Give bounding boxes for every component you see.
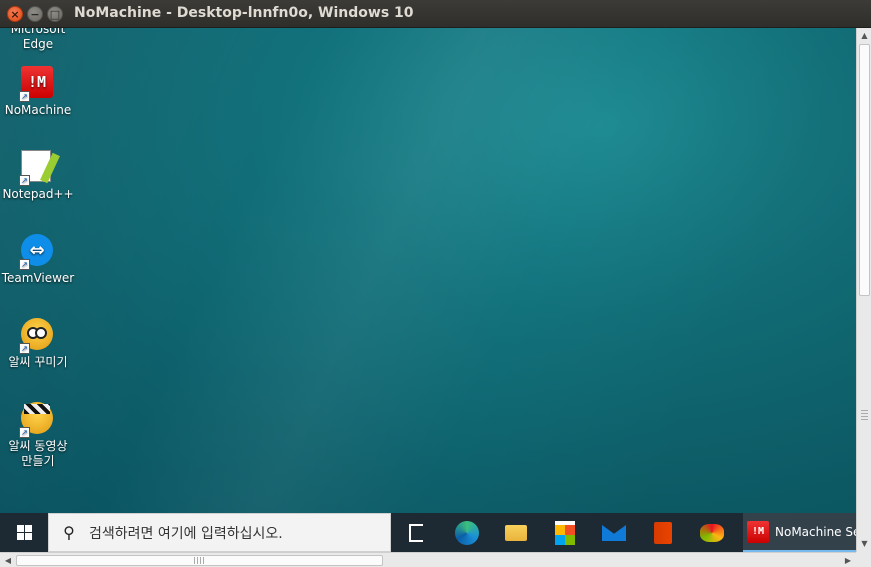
task-view-icon[interactable]: [403, 520, 429, 546]
shortcut-arrow-icon: ↗: [19, 343, 30, 354]
desktop-icon-label: TeamViewer: [1, 271, 75, 285]
desktop-icon-label: NoMachine: [4, 103, 72, 117]
start-button[interactable]: [0, 513, 48, 552]
shortcut-arrow-icon: ↗: [19, 175, 30, 186]
scroll-corner: [856, 552, 871, 567]
search-icon: ⚲: [63, 523, 75, 542]
nomachine-icon: !M ↗: [19, 66, 55, 102]
windows-taskbar: ⚲ 검색하려면 여기에 입력하십시오. !M NoMachine Se: [0, 513, 856, 552]
scroll-right-icon[interactable]: ▶: [841, 553, 855, 567]
file-explorer-icon[interactable]: [503, 520, 529, 546]
store-icon[interactable]: [552, 520, 578, 546]
alsee-decorate-icon: ↗: [19, 318, 55, 354]
desktop-icon-edge[interactable]: Microsoft Edge: [0, 28, 76, 52]
scroll-down-icon[interactable]: ▼: [857, 537, 871, 551]
office-icon[interactable]: [650, 520, 676, 546]
scroll-grip-icon: [861, 410, 868, 420]
windows-logo-icon: [16, 525, 32, 540]
scroll-left-icon[interactable]: ◀: [1, 553, 15, 567]
teamviewer-icon: ⇔ ↗: [19, 234, 55, 270]
scroll-up-icon[interactable]: ▲: [857, 29, 871, 43]
desktop-icon-label: 알씨 동영상 만들기: [8, 439, 68, 468]
vertical-scrollbar[interactable]: ▲ ▼: [856, 28, 871, 552]
taskbar-nomachine-button[interactable]: !M NoMachine Se: [743, 513, 856, 552]
alsee-video-icon: ↗: [19, 402, 55, 438]
desktop-icon-teamviewer[interactable]: ⇔ ↗ TeamViewer: [0, 234, 76, 286]
close-icon[interactable]: ×: [7, 6, 23, 22]
vertical-scroll-thumb[interactable]: [859, 44, 870, 296]
desktop-icon-label: 알씨 꾸미기: [8, 355, 68, 369]
window-title: NoMachine - Desktop-lnnfn0o, Windows 10: [74, 5, 414, 21]
desktop-icon-notepadpp[interactable]: ↗ Notepad++: [0, 150, 76, 202]
desktop-icon-label: Microsoft Edge: [10, 28, 66, 51]
shortcut-arrow-icon: ↗: [19, 259, 30, 270]
edge-icon[interactable]: [454, 520, 480, 546]
horizontal-scrollbar[interactable]: ◀ ▶: [0, 552, 856, 567]
desktop-icon-label: Notepad++: [2, 187, 74, 201]
shortcut-arrow-icon: ↗: [19, 427, 30, 438]
desktop-icon-alsee-decorate[interactable]: ↗ 알씨 꾸미기: [0, 318, 76, 370]
taskbar-app-label: NoMachine Se: [775, 524, 856, 539]
desktop-icon-nomachine[interactable]: !M ↗ NoMachine: [0, 66, 76, 118]
minimize-icon[interactable]: −: [27, 6, 43, 22]
app-icon[interactable]: [699, 520, 725, 546]
remote-desktop[interactable]: Microsoft Edge !M ↗ NoMachine ↗ Notepad+…: [0, 28, 856, 513]
nomachine-icon: !M: [747, 520, 769, 543]
shortcut-arrow-icon: ↗: [19, 91, 30, 102]
search-placeholder: 검색하려면 여기에 입력하십시오.: [89, 525, 283, 542]
mail-icon[interactable]: [601, 520, 627, 546]
scroll-grip-icon: [194, 557, 204, 564]
maximize-icon[interactable]: □: [47, 6, 63, 22]
search-box[interactable]: ⚲ 검색하려면 여기에 입력하십시오.: [48, 513, 391, 552]
window-titlebar: × − □ NoMachine - Desktop-lnnfn0o, Windo…: [0, 0, 871, 28]
desktop-icon-alsee-video[interactable]: ↗ 알씨 동영상 만들기: [0, 402, 76, 469]
notepadpp-icon: ↗: [19, 150, 55, 186]
